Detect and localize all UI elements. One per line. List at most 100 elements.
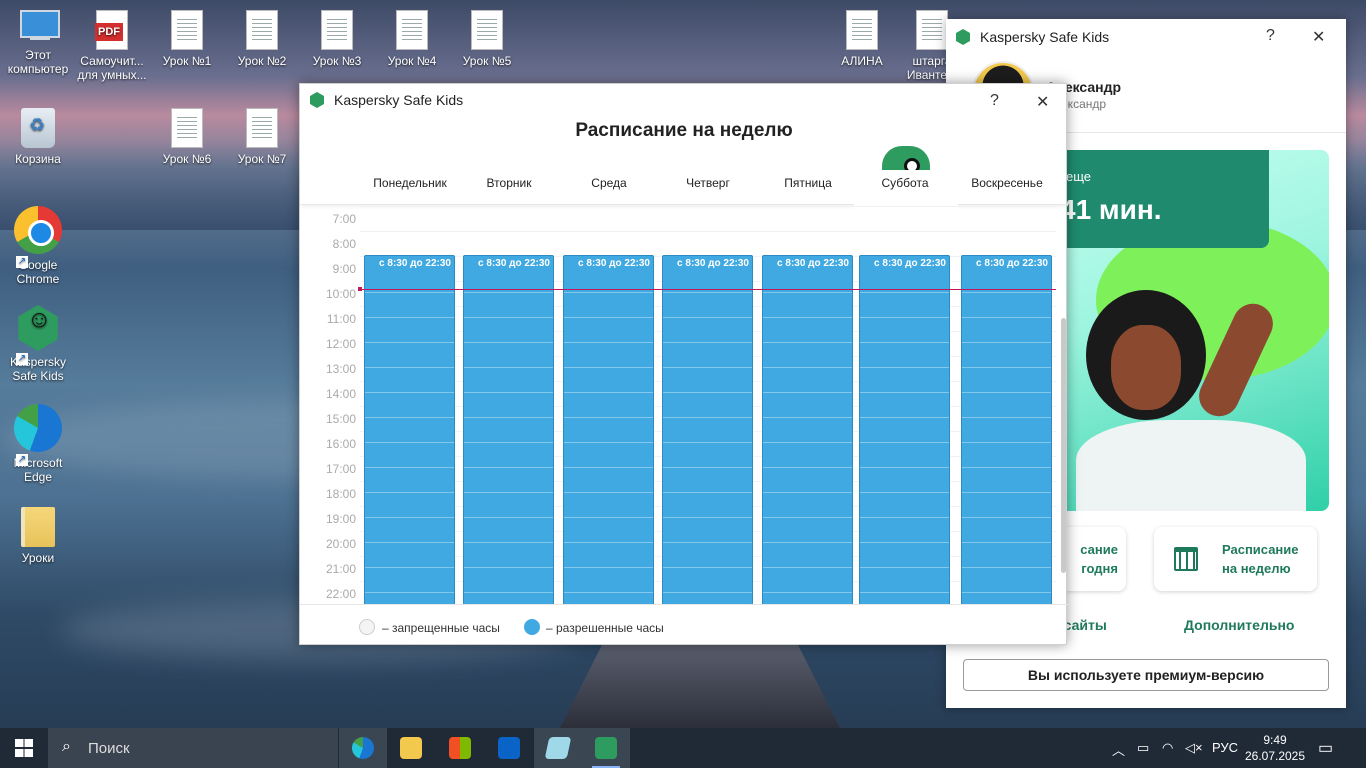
tile-schedule-week[interactable]: Расписание на неделю: [1154, 527, 1317, 591]
close-button[interactable]: ✕: [1312, 27, 1325, 47]
desktop-icon-this-pc[interactable]: Этот компьютер: [0, 10, 76, 76]
folder-icon: [400, 737, 422, 759]
clock-time: 9:49: [1263, 733, 1287, 747]
allowed-block[interactable]: с 8:30 до 22:30: [662, 255, 753, 604]
day-tab[interactable]: Понедельник: [360, 176, 460, 190]
battery-icon[interactable]: ▭: [1137, 740, 1149, 756]
taskbar-kaspersky[interactable]: [582, 728, 630, 768]
hero-illustration: еще 41 мин.: [1056, 150, 1329, 511]
shortcut-arrow-icon: ↗: [16, 454, 28, 466]
desktop-icon-pdf[interactable]: PDF Самоучит... для умных...: [74, 10, 150, 82]
chevron-up-icon[interactable]: ︿: [1112, 740, 1125, 759]
document-icon: [171, 108, 203, 148]
allowed-block[interactable]: с 8:30 до 22:30: [364, 255, 455, 604]
pdf-file-icon: PDF: [95, 10, 128, 50]
help-button[interactable]: ?: [990, 92, 999, 110]
premium-button[interactable]: Вы используете премиум-версию: [963, 659, 1329, 691]
tile-label: Расписание на неделю: [1222, 542, 1299, 576]
schedule-grid[interactable]: с 8:30 до 22:30 с 8:30 до 22:30 с 8:30 до …: [300, 206, 1056, 604]
desktop-icon-lesson-2[interactable]: Урок №2: [224, 10, 300, 68]
hour-label: 15:00: [325, 412, 356, 426]
close-button[interactable]: ✕: [1036, 92, 1049, 112]
desktop-icon-label: Урок №5: [462, 54, 512, 68]
desktop-icon-edge[interactable]: ↗ Microsoft Edge: [0, 404, 76, 484]
search-icon: ⌕: [62, 738, 71, 755]
link-more[interactable]: Дополнительно: [1184, 617, 1294, 633]
document-icon: [916, 10, 948, 50]
search-placeholder: Поиск: [88, 740, 130, 757]
day-tab[interactable]: Четверг: [658, 176, 758, 190]
hour-label: 22:00: [325, 587, 356, 601]
desktop-icon-label: Урок №1: [162, 54, 212, 68]
desktop-icon-lessons-folder[interactable]: Уроки: [0, 507, 76, 565]
desktop-icon-lesson-5[interactable]: Урок №5: [449, 10, 525, 68]
desktop-icon-label: Урок №7: [237, 152, 287, 166]
taskbar-outlook[interactable]: [485, 728, 533, 768]
allowed-block[interactable]: с 8:30 до 22:30: [563, 255, 654, 604]
pdf-badge: PDF: [95, 23, 123, 41]
language-indicator[interactable]: РУС: [1212, 740, 1238, 755]
desktop-icon-label: Урок №6: [162, 152, 212, 166]
desktop-icon-label: Урок №4: [387, 54, 437, 68]
hour-label: 20:00: [325, 537, 356, 551]
allowed-block[interactable]: с 8:30 до 22:30: [762, 255, 853, 604]
desktop-icon-label: Урок №3: [312, 54, 362, 68]
notepad-icon: [544, 737, 572, 759]
hour-label: 19:00: [325, 512, 356, 526]
day-tab[interactable]: Пятница: [758, 176, 858, 190]
desktop-icon-lesson-7[interactable]: Урок №7: [224, 108, 300, 166]
shortcut-arrow-icon: ↗: [16, 256, 28, 268]
windows-logo-icon: [15, 739, 33, 757]
allowed-range-label: с 8:30 до 22:30: [874, 258, 946, 269]
volume-muted-icon[interactable]: ◁×: [1185, 740, 1203, 756]
day-tab[interactable]: Суббота: [855, 176, 955, 190]
taskbar: ⌕ Поиск ︿ ▭ ◠ ◁× РУС 9:49 26.07.2025 ▭: [0, 728, 1366, 768]
desktop-icon-label: Урок №2: [237, 54, 287, 68]
window-titlebar: Kaspersky Safe Kids ? ✕: [300, 84, 1066, 116]
window-titlebar: Kaspersky Safe Kids ? ✕: [946, 19, 1346, 55]
day-tab[interactable]: Вторник: [459, 176, 559, 190]
scrollbar[interactable]: [1061, 318, 1066, 573]
desktop-icon-lesson-1[interactable]: Урок №1: [149, 10, 225, 68]
hour-label: 9:00: [332, 262, 356, 276]
kaspersky-logo-icon: [310, 92, 324, 108]
desktop-icon-alina[interactable]: АЛИНА: [824, 10, 900, 68]
remaining-time-card: еще 41 мин.: [1056, 150, 1269, 248]
taskbar-notepad[interactable]: [534, 728, 582, 768]
allowed-block[interactable]: с 8:30 до 22:30: [961, 255, 1052, 604]
taskbar-search[interactable]: ⌕ Поиск: [48, 728, 338, 768]
clock[interactable]: 9:49 26.07.2025: [1240, 732, 1310, 764]
taskbar-edge[interactable]: [339, 728, 387, 768]
allowed-range-label: с 8:30 до 22:30: [976, 258, 1048, 269]
allowed-range-label: с 8:30 до 22:30: [379, 258, 451, 269]
desktop-icon-lesson-6[interactable]: Урок №6: [149, 108, 225, 166]
desktop-icon-chrome[interactable]: ↗ Google Chrome: [0, 206, 76, 286]
hour-label: 10:00: [325, 287, 356, 301]
desktop-icon-kaspersky[interactable]: ↗ Kaspersky Safe Kids: [0, 305, 76, 383]
legend-forbidden-label: – запрещенные часы: [382, 621, 500, 635]
allowed-range-label: с 8:30 до 22:30: [677, 258, 749, 269]
start-button[interactable]: [0, 728, 48, 768]
day-tab[interactable]: Среда: [559, 176, 659, 190]
allowed-block[interactable]: с 8:30 до 22:30: [463, 255, 554, 604]
desktop-icon-lesson-4[interactable]: Урок №4: [374, 10, 450, 68]
allowed-legend-swatch: [524, 619, 540, 635]
desktop-icon-label: Самоучит... для умных...: [77, 54, 147, 82]
wifi-icon[interactable]: ◠: [1162, 740, 1173, 756]
outlook-icon: [498, 737, 520, 759]
help-button[interactable]: ?: [1266, 27, 1275, 45]
document-icon: [471, 10, 503, 50]
allowed-block[interactable]: с 8:30 до 22:30: [859, 255, 950, 604]
current-time-line: [360, 289, 1056, 290]
day-tab[interactable]: Воскресенье: [957, 176, 1057, 190]
folder-icon: [21, 507, 55, 547]
document-icon: [321, 10, 353, 50]
document-icon: [246, 108, 278, 148]
forbidden-legend-swatch: [359, 619, 375, 635]
desktop-icon-lesson-3[interactable]: Урок №3: [299, 10, 375, 68]
desktop-icon-recycle-bin[interactable]: Корзина: [0, 108, 76, 166]
taskbar-explorer[interactable]: [387, 728, 435, 768]
notifications-icon[interactable]: ▭: [1318, 738, 1333, 758]
taskbar-store[interactable]: [436, 728, 484, 768]
hour-label: 11:00: [326, 312, 356, 326]
